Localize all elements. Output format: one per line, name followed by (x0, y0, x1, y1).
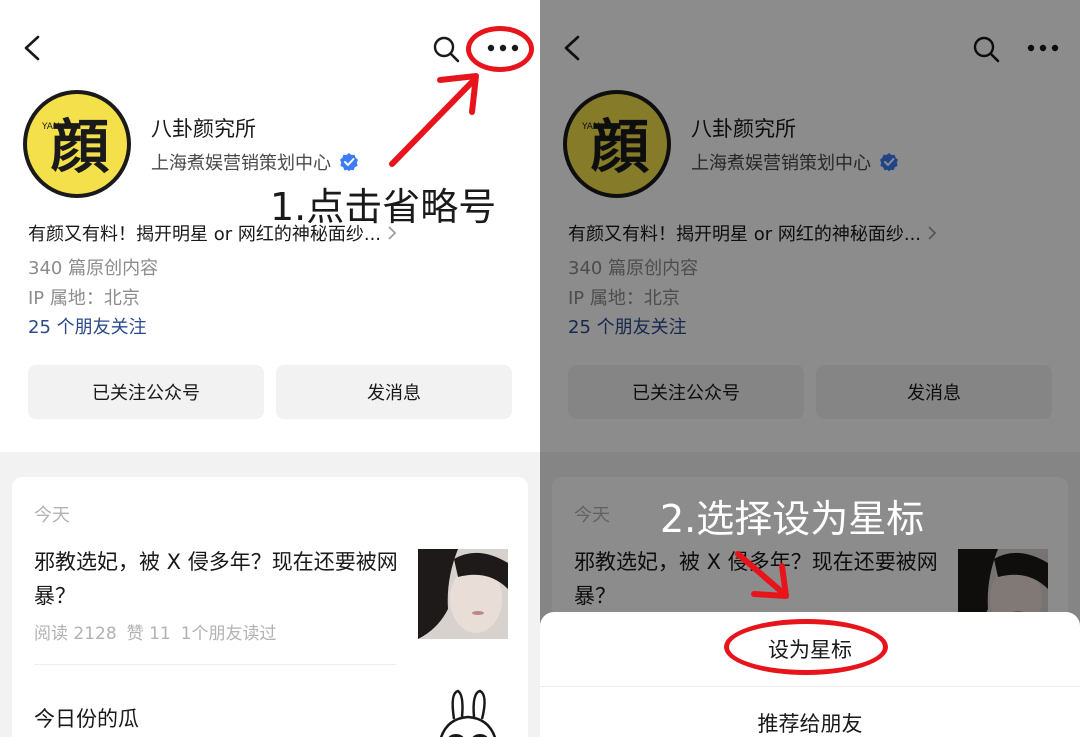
article-card: 今天 邪教选妃，被 X 侵多年？现在还要被网暴？ 阅读 2128 赞 11 1个朋友… (12, 477, 528, 737)
like-count: 赞 11 (126, 624, 171, 644)
article-meta: 阅读 2128 赞 11 1个朋友读过 (34, 619, 287, 644)
article-title[interactable]: 今日份的瓜 (34, 703, 139, 733)
recommend-to-friend-button[interactable]: 推荐给朋友 (540, 708, 1080, 737)
annotation-step1: 1.点击省略号 (270, 185, 497, 229)
search-icon[interactable] (432, 35, 460, 63)
back-icon[interactable] (20, 34, 46, 62)
article-thumbnail[interactable] (418, 549, 508, 639)
original-count: 340 篇原创内容 (28, 258, 159, 279)
profile-screen-menu: YAN 顔 八卦颜究所 上海煮娱营销策划中心 有颜又有料！揭开明星 or 网红的… (540, 0, 1080, 737)
account-name: 八卦颜究所 (151, 117, 256, 141)
annotation-step2: 2.选择设为星标 (660, 497, 925, 541)
profile-screen: YAN 顔 八卦颜究所 上海煮娱营销策划中心 有颜又有料！揭开明星 or 网红的… (0, 0, 540, 737)
friends-follow-link[interactable]: 25 个朋友关注 (28, 313, 147, 339)
article-thumbnail[interactable] (432, 689, 504, 737)
article-title[interactable]: 邪教选妃，被 X 侵多年？现在还要被网暴？ (34, 545, 404, 613)
verified-icon (340, 153, 358, 172)
date-label: 今天 (34, 505, 70, 526)
logo-character: 顔 (51, 113, 110, 181)
divider (34, 664, 396, 665)
annotation-circle (724, 619, 888, 675)
account-org: 上海煮娱营销策划中心 (151, 153, 331, 174)
read-count: 阅读 2128 (34, 624, 117, 644)
annotation-arrow (735, 551, 789, 599)
followed-button[interactable]: 已关注公众号 (28, 365, 264, 419)
divider (540, 686, 1080, 687)
friends-read: 1个朋友读过 (180, 624, 277, 644)
account-logo: YAN 顔 (23, 90, 131, 198)
account-org-row: 上海煮娱营销策划中心 (151, 149, 359, 175)
annotation-arrow (389, 73, 479, 167)
ip-location: IP 属地：北京 (28, 288, 140, 309)
send-message-button[interactable]: 发消息 (276, 365, 512, 419)
